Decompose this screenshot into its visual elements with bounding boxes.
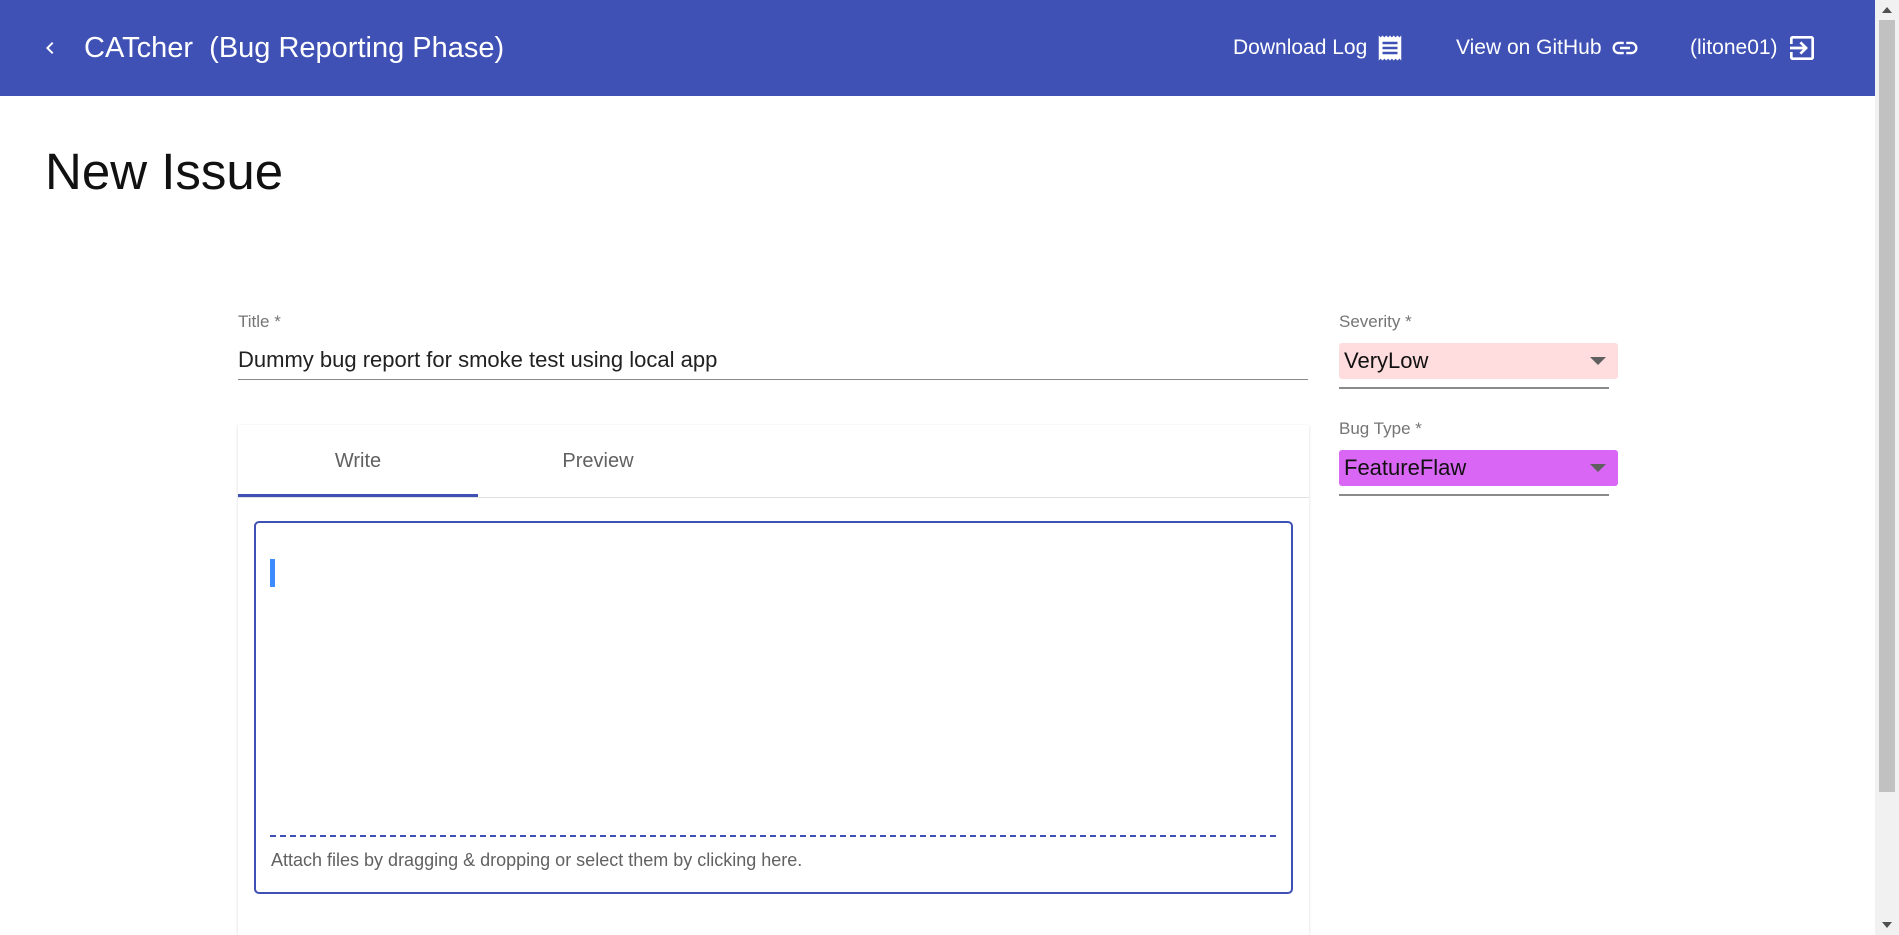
active-tab-indicator [238, 494, 478, 497]
back-button[interactable] [30, 28, 70, 68]
title-input[interactable] [238, 340, 1308, 380]
text-cursor [270, 559, 275, 587]
view-on-github-label: View on GitHub [1456, 36, 1602, 59]
drop-zone-divider [270, 835, 1276, 837]
download-log-label: Download Log [1233, 36, 1368, 59]
severity-underline [1339, 387, 1609, 389]
logout-button[interactable]: (litone01) [1690, 28, 1818, 68]
bug-type-value: FeatureFlaw [1344, 455, 1467, 480]
severity-label: Severity * [1339, 312, 1412, 331]
attach-files-hint[interactable]: Attach files by dragging & dropping or s… [271, 850, 802, 871]
page-title: New Issue [45, 143, 284, 200]
receipt-icon [1379, 35, 1402, 61]
description-editor: Write Preview Attach files by dragging &… [238, 425, 1309, 935]
chevron-left-icon [46, 42, 54, 54]
app-toolbar: CATcher (Bug Reporting Phase) Download L… [0, 0, 1875, 96]
tab-write[interactable]: Write [238, 425, 478, 497]
description-textarea[interactable] [270, 537, 1278, 837]
severity-value: VeryLow [1344, 348, 1429, 373]
username-label: (litone01) [1690, 36, 1778, 59]
bug-type-underline [1339, 494, 1609, 496]
scroll-up-arrow-icon[interactable] [1875, 0, 1899, 20]
view-on-github-button[interactable]: View on GitHub [1456, 28, 1640, 68]
scroll-down-arrow-icon[interactable] [1875, 915, 1899, 935]
link-icon [1612, 41, 1638, 55]
bug-type-select[interactable]: FeatureFlaw [1339, 450, 1618, 486]
exit-icon [1789, 36, 1814, 60]
app-title: CATcher (Bug Reporting Phase) [84, 32, 505, 64]
tab-preview[interactable]: Preview [478, 425, 718, 497]
bug-type-label: Bug Type * [1339, 419, 1422, 438]
title-label: Title * [238, 312, 281, 331]
dropdown-arrow-icon [1590, 357, 1606, 365]
download-log-button[interactable]: Download Log [1233, 28, 1405, 68]
description-field[interactable]: Attach files by dragging & dropping or s… [254, 521, 1293, 894]
dropdown-arrow-icon [1590, 464, 1606, 472]
editor-tab-bar: Write Preview [238, 425, 1309, 498]
vertical-scrollbar[interactable] [1875, 0, 1899, 935]
severity-select[interactable]: VeryLow [1339, 343, 1618, 379]
scrollbar-thumb[interactable] [1879, 20, 1895, 792]
